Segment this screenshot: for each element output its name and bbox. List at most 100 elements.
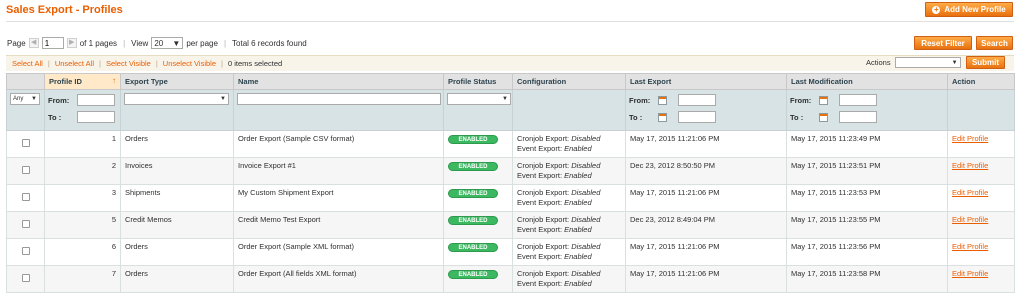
cronjob-value: Disabled xyxy=(571,161,601,170)
configuration-cell: Cronjob Export: Disabled Event Export: En… xyxy=(512,184,626,212)
event-value: Enabled xyxy=(564,144,592,153)
page-title: Sales Export - Profiles xyxy=(6,4,123,16)
select-all-link[interactable]: Select All xyxy=(12,59,43,68)
select-visible-link[interactable]: Select Visible xyxy=(106,59,151,68)
export-to-label: To : xyxy=(629,112,643,122)
status-filter-select[interactable]: ▼ xyxy=(447,93,511,105)
search-button[interactable]: Search xyxy=(976,36,1013,50)
name-cell: Credit Memo Test Export xyxy=(233,211,444,239)
edit-profile-link[interactable]: Edit Profile xyxy=(952,134,988,143)
header-export-type[interactable]: Export Type xyxy=(120,73,234,90)
row-checkbox[interactable] xyxy=(21,273,30,282)
export-type-cell: Orders xyxy=(120,130,234,158)
status-badge: ENABLED xyxy=(448,270,498,279)
name-cell: Order Export (Sample CSV format) xyxy=(233,130,444,158)
status-badge: ENABLED xyxy=(448,135,498,144)
export-type-cell: Shipments xyxy=(120,184,234,212)
edit-profile-link[interactable]: Edit Profile xyxy=(952,188,988,197)
row-checkbox[interactable] xyxy=(21,165,30,174)
profile-id-cell: 5 xyxy=(44,211,121,239)
row-checkbox[interactable] xyxy=(21,192,30,201)
cronjob-label: Cronjob Export: xyxy=(517,242,570,251)
name-cell: Invoice Export #1 xyxy=(233,157,444,185)
name-cell: Order Export (All fields XML format) xyxy=(233,265,444,293)
id-to-input[interactable] xyxy=(77,111,115,123)
reset-filter-button[interactable]: Reset Filter xyxy=(914,36,972,50)
edit-profile-link[interactable]: Edit Profile xyxy=(952,215,988,224)
event-label: Event Export: xyxy=(517,198,563,207)
id-from-input[interactable] xyxy=(77,94,115,106)
add-new-profile-button[interactable]: + Add New Profile xyxy=(925,2,1013,17)
modification-to-input[interactable] xyxy=(839,111,877,123)
id-to-label: To : xyxy=(48,112,62,122)
table-row[interactable]: 2 Invoices Invoice Export #1 ENABLED Cronjob… xyxy=(6,157,1015,185)
calendar-icon[interactable] xyxy=(819,112,828,122)
export-type-cell: Invoices xyxy=(120,157,234,185)
next-page-icon[interactable]: ▶ xyxy=(66,38,77,48)
name-cell: My Custom Shipment Export xyxy=(233,184,444,212)
calendar-icon[interactable] xyxy=(658,112,667,122)
pager-separator: | xyxy=(223,38,227,48)
header-profile-status[interactable]: Profile Status xyxy=(443,73,513,90)
unselect-all-link[interactable]: Unselect All xyxy=(55,59,94,68)
massaction-filter-select[interactable]: Any ▼ xyxy=(10,93,40,105)
last-modification-cell: May 17, 2015 11:23:49 PM xyxy=(786,130,948,158)
header-last-export[interactable]: Last Export xyxy=(625,73,787,90)
export-type-filter-select[interactable]: ▼ xyxy=(124,93,229,105)
cronjob-label: Cronjob Export: xyxy=(517,161,570,170)
page-label: Page xyxy=(7,38,26,48)
add-new-profile-label: Add New Profile xyxy=(944,5,1006,14)
row-checkbox[interactable] xyxy=(21,219,30,228)
submit-button[interactable]: Submit xyxy=(966,56,1005,69)
last-modification-cell: May 17, 2015 11:23:56 PM xyxy=(786,238,948,266)
chevron-down-icon: ▼ xyxy=(951,59,958,66)
last-modification-cell: May 17, 2015 11:23:55 PM xyxy=(786,211,948,239)
per-page-select[interactable]: 20 ▼ xyxy=(151,37,184,49)
event-label: Event Export: xyxy=(517,252,563,261)
table-row[interactable]: 7 Orders Order Export (All fields XML form… xyxy=(6,265,1015,293)
profile-id-cell: 2 xyxy=(44,157,121,185)
id-from-label: From: xyxy=(48,95,70,105)
actions-select[interactable]: ▼ xyxy=(894,57,961,68)
chevron-down-icon: ▼ xyxy=(31,96,37,102)
cronjob-value: Disabled xyxy=(571,134,601,143)
name-filter-input[interactable] xyxy=(237,93,441,105)
modification-from-input[interactable] xyxy=(839,94,877,106)
event-value: Enabled xyxy=(564,252,592,261)
previous-page-icon[interactable]: ◀ xyxy=(28,38,39,48)
profile-id-cell: 7 xyxy=(44,265,121,293)
header-profile-id[interactable]: ↑ Profile ID xyxy=(44,73,121,90)
last-export-cell: May 17, 2015 11:21:06 PM xyxy=(625,130,787,158)
grid-body: 1 Orders Order Export (Sample CSV format) E… xyxy=(6,130,1015,293)
unselect-visible-link[interactable]: Unselect Visible xyxy=(163,59,216,68)
edit-profile-link[interactable]: Edit Profile xyxy=(952,269,988,278)
cronjob-label: Cronjob Export: xyxy=(517,215,570,224)
header-name[interactable]: Name xyxy=(233,73,444,90)
table-row[interactable]: 1 Orders Order Export (Sample CSV format) E… xyxy=(6,130,1015,158)
table-row[interactable]: 6 Orders Order Export (Sample XML format) E… xyxy=(6,238,1015,266)
header-configuration: Configuration xyxy=(512,73,626,90)
row-checkbox[interactable] xyxy=(21,246,30,255)
calendar-icon[interactable] xyxy=(819,95,828,105)
edit-profile-link[interactable]: Edit Profile xyxy=(952,242,988,251)
export-from-input[interactable] xyxy=(678,94,716,106)
grid-header-row: ↑ Profile ID Export Type Name Profile St… xyxy=(6,73,1015,90)
chevron-down-icon: ▼ xyxy=(220,96,226,102)
page-number-input[interactable] xyxy=(41,37,64,49)
export-type-cell: Orders xyxy=(120,265,234,293)
export-type-cell: Credit Memos xyxy=(120,211,234,239)
last-modification-cell: May 17, 2015 11:23:58 PM xyxy=(786,265,948,293)
calendar-icon[interactable] xyxy=(658,95,667,105)
table-row[interactable]: 3 Shipments My Custom Shipment Export ENABL… xyxy=(6,184,1015,212)
cronjob-value: Disabled xyxy=(571,188,601,197)
cronjob-label: Cronjob Export: xyxy=(517,269,570,278)
export-to-input[interactable] xyxy=(678,111,716,123)
name-cell: Order Export (Sample XML format) xyxy=(233,238,444,266)
edit-profile-link[interactable]: Edit Profile xyxy=(952,161,988,170)
table-row[interactable]: 5 Credit Memos Credit Memo Test Export ENAB… xyxy=(6,211,1015,239)
profile-id-cell: 1 xyxy=(44,130,121,158)
header-massaction xyxy=(6,73,45,90)
row-checkbox[interactable] xyxy=(21,138,30,147)
mass-actions: Actions ▼ xyxy=(866,57,961,68)
header-last-modification[interactable]: Last Modification xyxy=(786,73,948,90)
